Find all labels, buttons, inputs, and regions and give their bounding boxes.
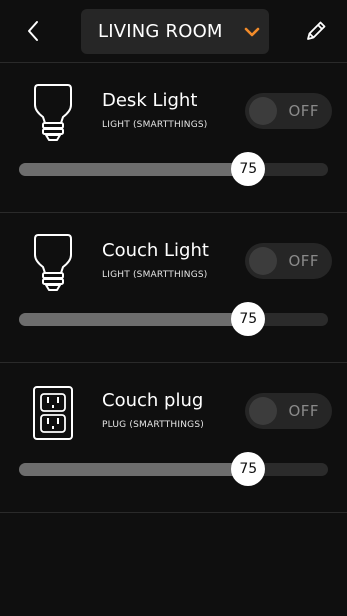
device-type: LIGHT (SMARTTHINGS)	[102, 270, 208, 280]
toggle-knob	[249, 247, 277, 275]
toggle-state-label: OFF	[288, 102, 319, 120]
back-button[interactable]	[20, 16, 46, 46]
power-toggle[interactable]: OFF	[245, 393, 332, 429]
device-name: Couch Light	[102, 240, 209, 261]
light-bulb-icon	[34, 84, 72, 141]
slider-thumb[interactable]: 75	[231, 302, 266, 336]
chevron-down-icon	[244, 27, 260, 37]
device-type: LIGHT (SMARTTHINGS)	[102, 120, 208, 130]
level-slider[interactable]: 75	[19, 452, 328, 486]
toggle-knob	[249, 97, 277, 125]
device-row: Couch plug PLUG (SMARTTHINGS) OFF 75	[0, 363, 347, 513]
brightness-slider[interactable]: 75	[19, 152, 328, 186]
slider-fill	[19, 163, 249, 176]
device-type: PLUG (SMARTTHINGS)	[102, 420, 204, 430]
pencil-icon	[307, 21, 326, 40]
toggle-state-label: OFF	[288, 252, 319, 270]
device-name: Desk Light	[102, 90, 198, 111]
top-bar: LIVING ROOM	[0, 0, 347, 63]
room-name: LIVING ROOM	[98, 21, 223, 42]
edit-button[interactable]	[303, 18, 329, 44]
slider-thumb[interactable]: 75	[231, 452, 266, 486]
slider-fill	[19, 313, 249, 326]
light-bulb-icon	[34, 234, 72, 291]
power-toggle[interactable]: OFF	[245, 93, 332, 129]
device-row: Desk Light LIGHT (SMARTTHINGS) OFF 75	[0, 63, 347, 213]
toggle-knob	[249, 397, 277, 425]
brightness-slider[interactable]: 75	[19, 302, 328, 336]
device-name: Couch plug	[102, 390, 204, 411]
toggle-state-label: OFF	[288, 402, 319, 420]
slider-thumb[interactable]: 75	[231, 152, 266, 186]
chevron-left-icon	[28, 21, 38, 41]
power-outlet-icon	[33, 386, 73, 440]
room-selector[interactable]: LIVING ROOM	[81, 9, 269, 54]
slider-fill	[19, 463, 249, 476]
power-toggle[interactable]: OFF	[245, 243, 332, 279]
device-row: Couch Light LIGHT (SMARTTHINGS) OFF 75	[0, 213, 347, 363]
